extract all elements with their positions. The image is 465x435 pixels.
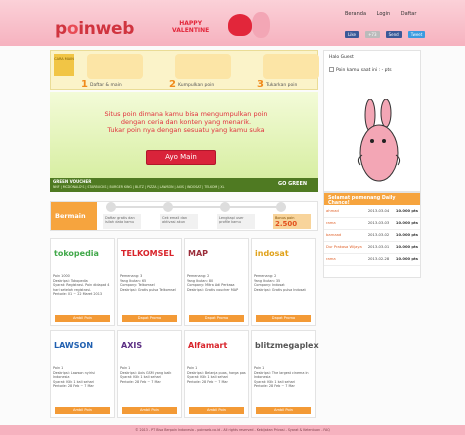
promo-logo[interactable]: AXIS [119,332,180,359]
promo-logo[interactable]: TELKOMSEL [119,240,180,267]
checkbox-icon [329,67,334,72]
step-illustration [87,54,143,79]
table-row: rama 2013-03-03 10.000 pts [324,217,420,230]
bermain-label: Bermain [51,202,97,230]
promo-card: AXIS Poin 1 Deskripsi: Axis GSM yang baik… [117,330,182,418]
how-to-play-panel: CARA MAIN 1 Daftar & main 2 Kumpulkan po… [50,50,319,90]
go-green-badge: GO GREEN [278,181,308,187]
progress-dot [163,202,173,212]
progress-dot [220,202,230,212]
get-points-button[interactable]: Ambil Poin [189,407,244,414]
promo-logo[interactable]: LAWSON [52,332,113,359]
get-promo-button[interactable]: Dapat Promo [189,315,244,322]
beranda-link[interactable]: Beranda [345,11,366,17]
get-points-button[interactable]: Ambil Poin [122,407,177,414]
promo-info: Pemenang: 2 Yang Ikutan: 35 Company: Indos… [254,274,306,292]
facebook-like-button[interactable]: Like [345,31,359,38]
progress-line [106,202,286,212]
get-points-button[interactable]: Ambil Poin [55,315,110,322]
promo-logo[interactable]: tokopedia [52,240,113,267]
promo-logo[interactable]: blitzmegaplex [253,332,319,359]
header: poinweb HAPPY VALENTINE Beranda Login Daf… [0,0,465,46]
promo-info: Pemenang: 2 Yang Ikutan: 80 Company: Mitra… [187,274,239,292]
social-buttons: Like +73 Send Tweet [345,21,426,40]
progress-dot [106,202,116,212]
play-step: Lengkapi user profile kamu [217,214,255,229]
daily-chance-winners: Selamat pemenang Daily Chance! ahmad 2013… [323,192,421,278]
bunny-icon [252,12,270,38]
promo-card: indosat Pemenang: 2 Yang Ikutan: 35 Compan… [251,238,316,326]
get-points-button[interactable]: Ambil Poin [55,407,110,414]
valentine-decoration: HAPPY VALENTINE [160,8,280,42]
logo[interactable]: poinweb [55,19,134,39]
footer: © 2013 - PT Bisa Berpoin Indonesia - poi… [0,425,465,435]
bunny-mascot-icon [357,99,401,182]
promo-card: MAP Pemenang: 2 Yang Ikutan: 80 Company: M… [184,238,249,326]
promo-info: Poin 1000 Deskripsi: Tokopedia Syarat: Reg… [53,274,110,297]
table-row: Dur Prakasa Wijaya 2013-03-01 10.000 pts [324,241,420,254]
play-step: Cek email dan aktivasi akun [160,214,198,229]
user-panel: Halo Guest Poin kamu saat ini : - pts [323,50,421,192]
promo-logo[interactable]: indosat [253,240,314,267]
play-button[interactable]: Ayo Main [146,150,216,165]
step-illustration [175,54,231,79]
get-promo-button[interactable]: Dapat Promo [122,315,177,322]
like-count: +73 [365,31,380,38]
how-to-play-badge: CARA MAIN [54,54,74,76]
table-row: ahmad 2013-03-04 10.000 pts [324,205,420,218]
hero-text: Situs poin dimana kamu bisa mengumpulkan… [104,110,268,134]
promo-info: Poin 1 Deskripsi: The largest cinema in I… [254,366,309,389]
bonus-points-step: Bonus poin 2.500 [273,214,311,229]
login-link[interactable]: Login [377,11,391,17]
points-status: Poin kamu saat ini : - pts [329,67,392,73]
heart-icon [228,14,252,36]
table-row: rama 2013-02-28 10.000 pts [324,253,420,266]
guest-greeting: Halo Guest [329,55,354,60]
hero-banner: Situs poin dimana kamu bisa mengumpulkan… [50,92,318,192]
voucher-strip: GREEN VOUCHER NNF | MCDONALD'S | STARBUC… [50,178,318,192]
promo-card: tokopedia Poin 1000 Deskripsi: Tokopedia S… [50,238,115,326]
get-points-button[interactable]: Ambil Poin [256,407,311,414]
promo-info: Pemenang: 3 Yang Ikutan: 65 Company: Telko… [120,274,176,292]
promo-info: Poin 1 Deskripsi: Belanja puas, harga pas… [187,366,246,384]
progress-dot [276,202,286,212]
play-steps-bar: Bermain Daftar gratis dan isilah data ka… [50,201,318,231]
send-button[interactable]: Send [385,31,402,38]
daftar-link[interactable]: Daftar [401,11,417,17]
get-promo-button[interactable]: Dapat Promo [256,315,311,322]
promo-info: Poin 1 Deskripsi: Axis GSM yang baik Syara… [120,366,172,384]
valentine-text: HAPPY VALENTINE [172,20,210,34]
step-illustration [263,54,319,79]
promo-logo[interactable]: Alfamart [186,332,247,359]
top-links: Beranda Login Daftar [345,11,425,17]
page: poinweb HAPPY VALENTINE Beranda Login Daf… [0,0,465,435]
promo-card: blitzmegaplex Poin 1 Deskripsi: The large… [251,330,319,418]
promo-info: Poin 1 Deskripsi: Lawson nyirisi Indonesi… [53,366,95,389]
promo-card: LAWSON Poin 1 Deskripsi: Lawson nyirisi I… [50,330,115,418]
promo-card: TELKOMSEL Pemenang: 3 Yang Ikutan: 65 Comp… [117,238,182,326]
table-row: barnaad 2013-03-02 10.000 pts [324,229,420,242]
winners-table: ahmad 2013-03-04 10.000 pts rama 2013-03-03… [324,205,420,266]
promo-logo[interactable]: MAP [186,240,247,267]
play-step: Daftar gratis dan isilah data kamu [103,214,141,229]
promo-card: Alfamart Poin 1 Deskripsi: Belanja puas, … [184,330,249,418]
winners-title: Selamat pemenang Daily Chance! [324,193,420,206]
tweet-button[interactable]: Tweet [407,31,426,38]
